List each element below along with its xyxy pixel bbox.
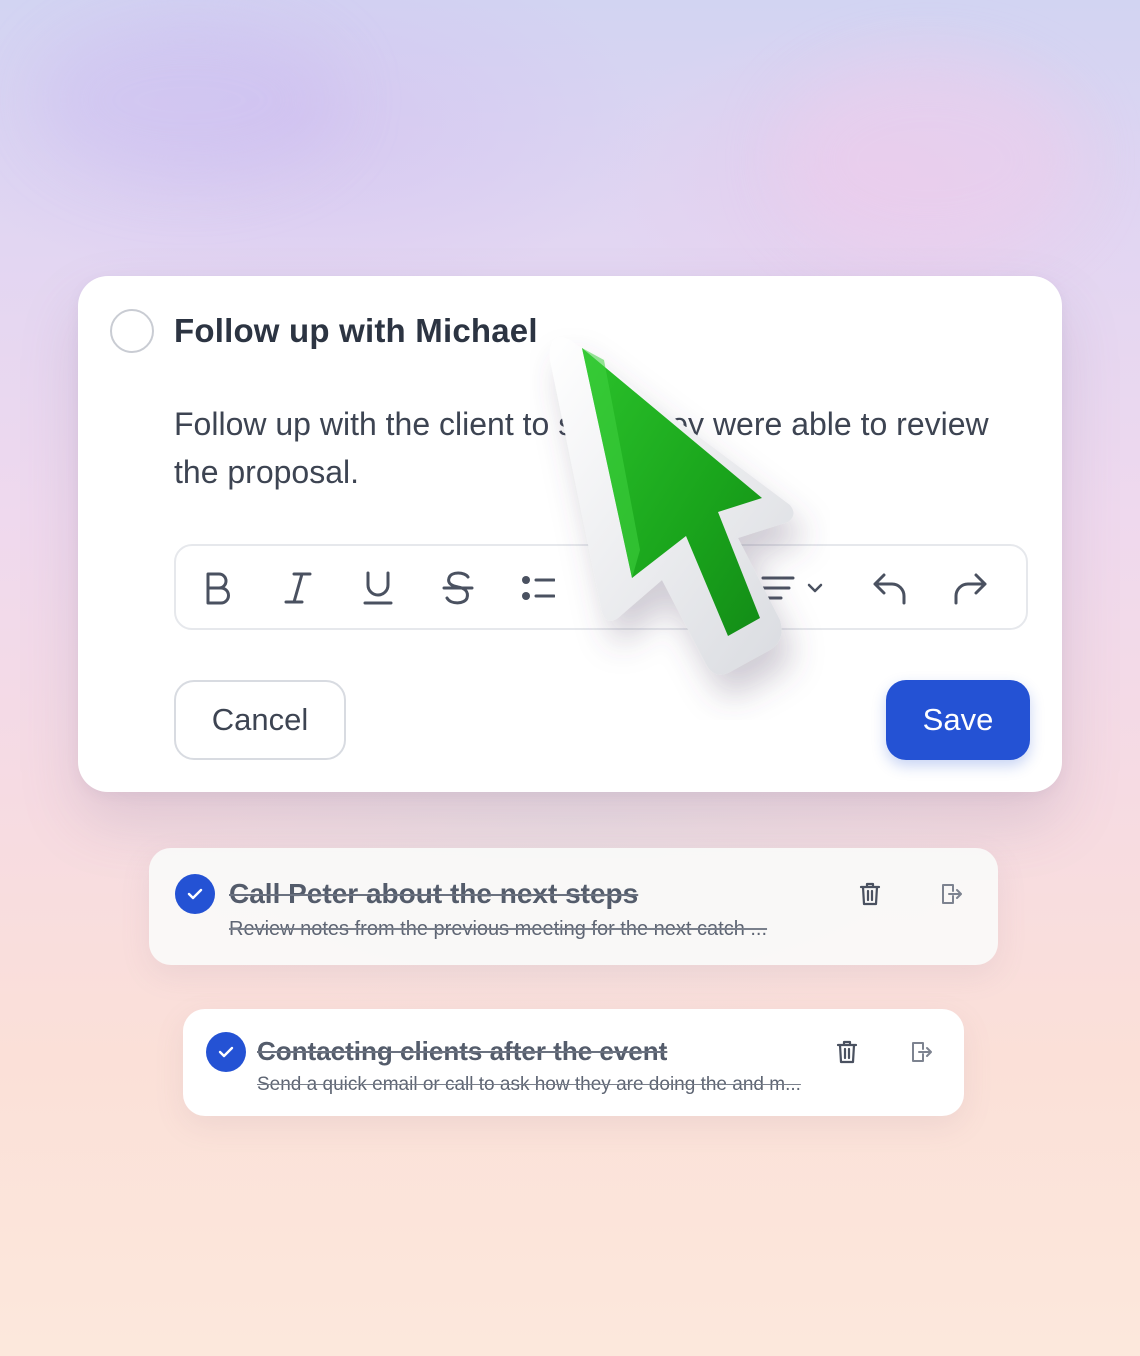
trash-icon[interactable] [856,880,884,908]
trash-icon[interactable] [833,1038,861,1066]
move-out-icon[interactable] [937,880,965,908]
move-out-icon[interactable] [907,1038,935,1066]
background-glow [780,60,1080,260]
task-title[interactable]: Follow up with Michael [174,312,538,350]
undo-icon[interactable] [866,564,914,612]
task-title: Call Peter about the next steps [229,878,639,909]
underline-icon[interactable] [354,564,402,612]
save-button[interactable]: Save [886,680,1030,760]
task-subtitle: Review notes from the previous meeting f… [229,918,768,940]
background-glow [40,20,340,180]
checkmark-icon[interactable] [206,1032,246,1072]
mouse-pointer-icon [549,337,794,675]
task-subtitle: Send a quick email or call to ask how th… [257,1074,801,1095]
bold-icon[interactable] [194,564,242,612]
task-row[interactable]: Call Peter about the next steps Review n… [149,848,998,965]
italic-icon[interactable] [274,564,322,612]
redo-icon[interactable] [946,564,994,612]
cancel-button[interactable]: Cancel [174,680,346,760]
checkmark-icon[interactable] [175,874,215,914]
task-complete-radio[interactable] [110,309,154,353]
strikethrough-icon[interactable] [434,564,482,612]
task-row[interactable]: Contacting clients after the event Send … [183,1009,964,1116]
task-title: Contacting clients after the event [257,1036,668,1066]
